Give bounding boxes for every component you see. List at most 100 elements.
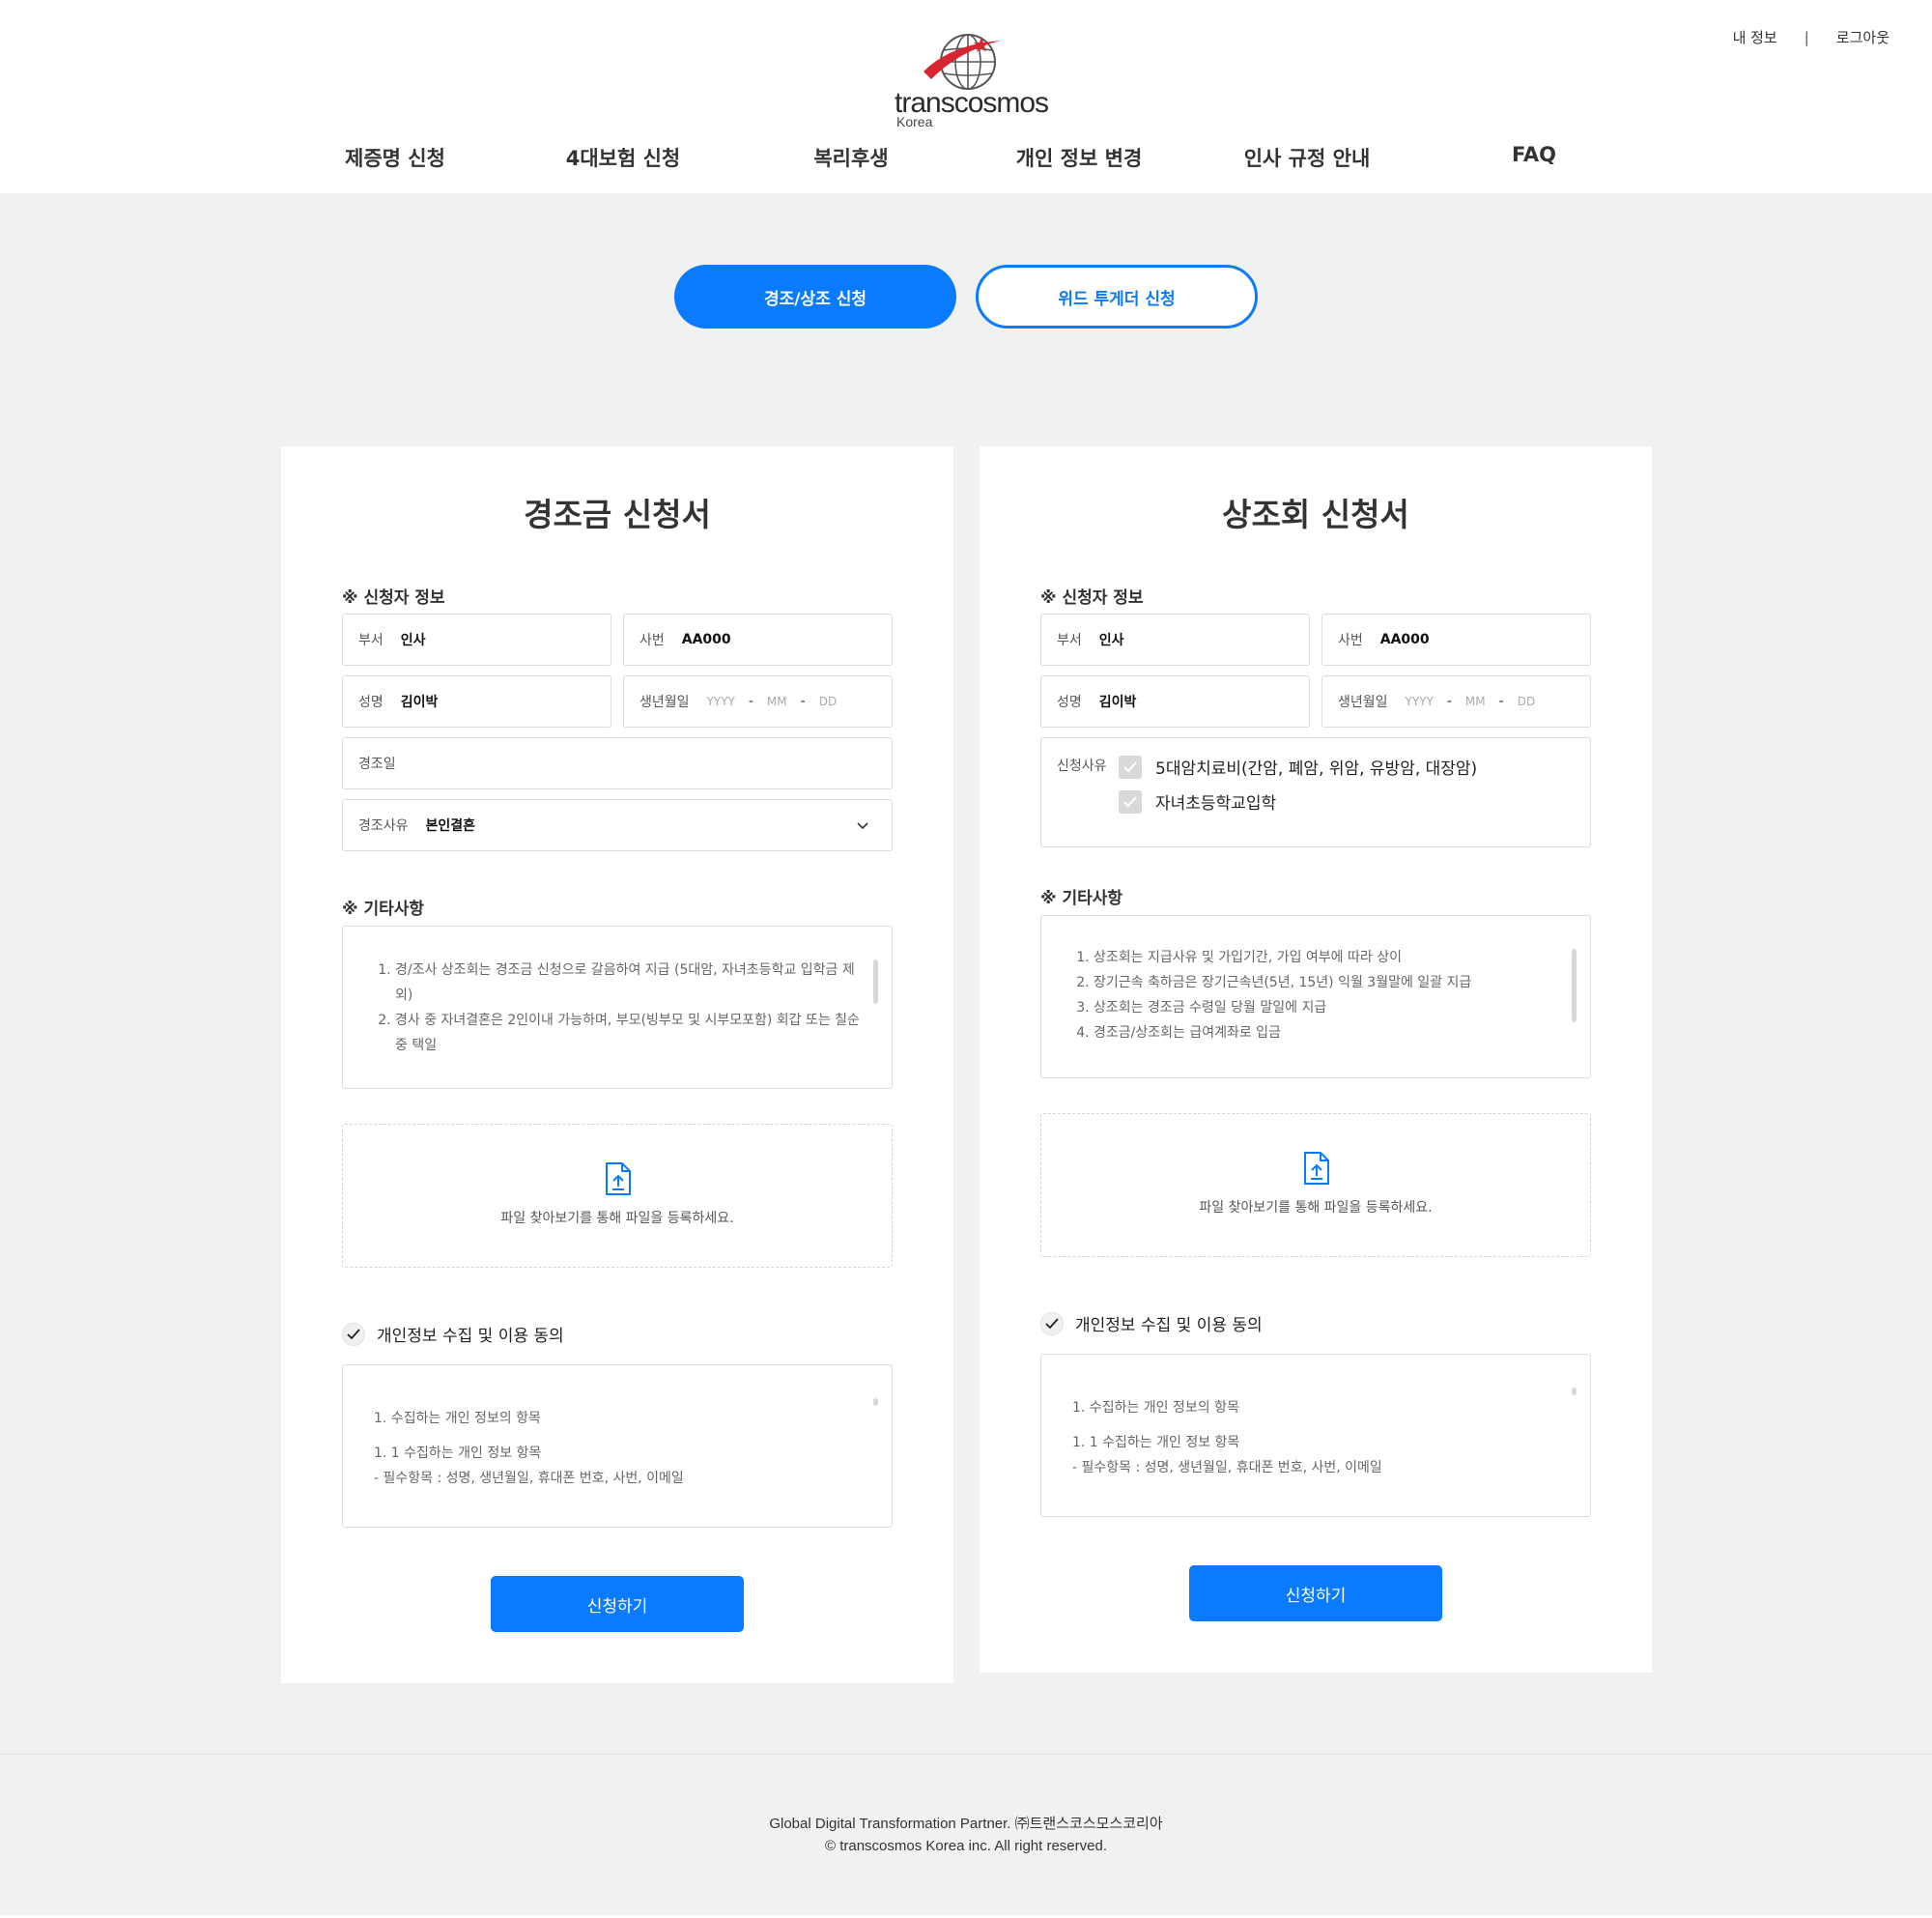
birth-day-input[interactable]: DD bbox=[1518, 695, 1535, 708]
utility-separator: | bbox=[1804, 28, 1809, 46]
upload-instruction: 파일 찾아보기를 통해 파일을 등록하세요. bbox=[1199, 1200, 1433, 1216]
notes-scrollbar[interactable] bbox=[873, 959, 878, 1004]
reason-option-cancer[interactable]: 5대암치료비(간암, 폐암, 위암, 유방암, 대장암) bbox=[1119, 755, 1477, 779]
birthdate-label: 생년월일 bbox=[639, 695, 690, 710]
notes-box[interactable]: 경/조사 상조회는 경조금 신청으로 갈음하여 지급 (5대암, 자녀초등학교 … bbox=[342, 926, 893, 1089]
mutual-aid-form-card: 상조회 신청서 ※ 신청자 정보 부서 인사 사번 AA000 성명 김이박 생… bbox=[980, 446, 1652, 1673]
department-field[interactable]: 부서 인사 bbox=[342, 614, 611, 666]
form-title: 경조금 신청서 bbox=[524, 496, 711, 533]
upload-instruction: 파일 찾아보기를 통해 파일을 등록하세요. bbox=[500, 1211, 734, 1226]
notes-list: 경/조사 상조회는 경조금 신청으로 갈음하여 지급 (5대암, 자녀초등학교 … bbox=[378, 958, 866, 1058]
date-separator: - bbox=[800, 694, 806, 709]
notes-scrollbar[interactable] bbox=[1572, 949, 1577, 1022]
privacy-consent[interactable]: 개인정보 수집 및 이용 동의 bbox=[342, 1322, 564, 1346]
nav-item-welfare[interactable]: 복리후생 bbox=[745, 143, 957, 172]
employee-id-field[interactable]: 사번 AA000 bbox=[1321, 614, 1591, 666]
notes-list: 상조회는 지급사유 및 가입기간, 가입 여부에 따라 상이 장기근속 축하금은… bbox=[1076, 945, 1564, 1045]
check-icon bbox=[1123, 795, 1137, 807]
employee-id-field[interactable]: 사번 AA000 bbox=[623, 614, 893, 666]
date-separator: - bbox=[748, 694, 753, 709]
application-reason-group: 신청사유 5대암치료비(간암, 폐암, 위암, 유방암, 대장암) 자녀초등학교… bbox=[1040, 737, 1591, 847]
employee-id-value: AA000 bbox=[1379, 632, 1430, 647]
birthdate-field[interactable]: 생년월일 YYYY - MM - DD bbox=[1321, 675, 1591, 728]
consent-checkbox[interactable] bbox=[1040, 1311, 1064, 1335]
consent-label: 개인정보 수집 및 이용 동의 bbox=[1075, 1316, 1263, 1335]
employee-id-label: 사번 bbox=[1338, 633, 1363, 648]
date-separator: - bbox=[1498, 694, 1504, 709]
employee-id-value: AA000 bbox=[681, 632, 731, 647]
name-field[interactable]: 성명 김이박 bbox=[1040, 675, 1310, 728]
file-upload-area[interactable]: 파일 찾아보기를 통해 파일을 등록하세요. bbox=[342, 1124, 893, 1268]
privacy-line: 1. 수집하는 개인 정보의 항목 bbox=[1072, 1400, 1239, 1416]
nav-item-personal-info[interactable]: 개인 정보 변경 bbox=[973, 143, 1185, 172]
notes-item: 경/조사 상조회는 경조금 신청으로 갈음하여 지급 (5대암, 자녀초등학교 … bbox=[395, 958, 866, 1008]
event-reason-select[interactable]: 경조사유 본인결혼 bbox=[342, 799, 893, 851]
department-label: 부서 bbox=[358, 633, 384, 648]
applicant-section-label: ※ 신청자 정보 bbox=[342, 588, 445, 608]
notes-item: 상조회는 지급사유 및 가입기간, 가입 여부에 따라 상이 bbox=[1094, 945, 1564, 970]
reason-checkbox[interactable] bbox=[1119, 755, 1142, 779]
privacy-consent[interactable]: 개인정보 수집 및 이용 동의 bbox=[1040, 1311, 1263, 1335]
department-field[interactable]: 부서 인사 bbox=[1040, 614, 1310, 666]
application-reason-label: 신청사유 bbox=[1057, 759, 1107, 774]
department-value: 인사 bbox=[1098, 633, 1124, 648]
birth-month-input[interactable]: MM bbox=[1465, 695, 1486, 708]
notes-box[interactable]: 상조회는 지급사유 및 가입기간, 가입 여부에 따라 상이 장기근속 축하금은… bbox=[1040, 915, 1591, 1078]
submit-button[interactable]: 신청하기 bbox=[1189, 1565, 1442, 1621]
tab-with-together[interactable]: 위드 투게더 신청 bbox=[976, 265, 1258, 329]
employee-id-label: 사번 bbox=[639, 633, 665, 648]
privacy-terms-box[interactable]: 1. 수집하는 개인 정보의 항목 1. 1 수집하는 개인 정보 항목 - 필… bbox=[1040, 1354, 1591, 1517]
applicant-section-label: ※ 신청자 정보 bbox=[1040, 588, 1144, 608]
check-icon bbox=[1045, 1317, 1059, 1329]
consent-checkbox[interactable] bbox=[342, 1322, 365, 1346]
nav-item-hr-rules[interactable]: 인사 규정 안내 bbox=[1201, 143, 1413, 172]
submit-button[interactable]: 신청하기 bbox=[491, 1576, 744, 1632]
file-upload-icon bbox=[606, 1162, 631, 1195]
privacy-line: 1. 1 수집하는 개인 정보 항목 bbox=[1072, 1435, 1240, 1450]
department-label: 부서 bbox=[1057, 633, 1082, 648]
notes-section-label: ※ 기타사항 bbox=[1040, 889, 1123, 908]
nav-item-faq[interactable]: FAQ bbox=[1428, 143, 1640, 166]
privacy-terms-box[interactable]: 1. 수집하는 개인 정보의 항목 1. 1 수집하는 개인 정보 항목 - 필… bbox=[342, 1364, 893, 1528]
birth-day-input[interactable]: DD bbox=[819, 695, 837, 708]
reason-option-label: 자녀초등학교입학 bbox=[1155, 794, 1277, 814]
transcosmos-logo[interactable]: transcosmos Korea bbox=[893, 29, 1049, 129]
birth-year-input[interactable]: YYYY bbox=[1406, 695, 1434, 708]
utility-menu: 내 정보 | 로그아웃 bbox=[1733, 27, 1889, 47]
tab-condolence-mutual-aid[interactable]: 경조/상조 신청 bbox=[674, 265, 956, 329]
birthdate-label: 생년월일 bbox=[1338, 695, 1388, 710]
check-icon bbox=[1123, 760, 1137, 772]
privacy-line: - 필수항목 : 성명, 생년월일, 휴대폰 번호, 사번, 이메일 bbox=[1072, 1460, 1382, 1475]
site-footer: Global Digital Transformation Partner. ㈜… bbox=[0, 1813, 1932, 1857]
nav-item-insurance[interactable]: 4대보험 신청 bbox=[517, 143, 729, 172]
footer-divider bbox=[0, 1754, 1932, 1755]
reason-checkbox[interactable] bbox=[1119, 789, 1142, 814]
notes-item: 장기근속 축하금은 장기근속년(5년, 15년) 익월 3월말에 일괄 지급 bbox=[1094, 970, 1564, 995]
congratulatory-form-card: 경조금 신청서 ※ 신청자 정보 부서 인사 사번 AA000 성명 김이박 생… bbox=[281, 446, 953, 1683]
form-title: 상조회 신청서 bbox=[1222, 496, 1409, 533]
site-header: 내 정보 | 로그아웃 transcosmos Korea 제증명 신청 4대보… bbox=[0, 0, 1932, 193]
birth-month-input[interactable]: MM bbox=[767, 695, 787, 708]
department-value: 인사 bbox=[400, 633, 426, 648]
file-upload-area[interactable]: 파일 찾아보기를 통해 파일을 등록하세요. bbox=[1040, 1113, 1591, 1257]
file-upload-icon bbox=[1304, 1152, 1329, 1185]
nav-item-certificates[interactable]: 제증명 신청 bbox=[289, 143, 501, 172]
name-field[interactable]: 성명 김이박 bbox=[342, 675, 611, 728]
check-icon bbox=[347, 1328, 360, 1339]
main-navigation: 제증명 신청 4대보험 신청 복리후생 개인 정보 변경 인사 규정 안내 FA… bbox=[0, 143, 1932, 182]
notes-item: 상조회는 경조금 수령일 당월 말일에 지급 bbox=[1094, 995, 1564, 1020]
my-info-link[interactable]: 내 정보 bbox=[1733, 27, 1777, 47]
birth-year-input[interactable]: YYYY bbox=[707, 695, 735, 708]
privacy-scrollbar[interactable] bbox=[1572, 1388, 1577, 1395]
footer-tagline: Global Digital Transformation Partner. ㈜… bbox=[769, 1816, 1163, 1832]
reason-option-school-entry[interactable]: 자녀초등학교입학 bbox=[1119, 789, 1276, 814]
privacy-scrollbar[interactable] bbox=[873, 1398, 878, 1406]
logout-link[interactable]: 로그아웃 bbox=[1836, 27, 1889, 47]
footer-copyright: © transcosmos Korea inc. All right reser… bbox=[824, 1838, 1107, 1854]
notes-section-label: ※ 기타사항 bbox=[342, 900, 425, 919]
name-label: 성명 bbox=[358, 695, 384, 710]
birthdate-field[interactable]: 생년월일 YYYY - MM - DD bbox=[623, 675, 893, 728]
event-date-field[interactable]: 경조일 bbox=[342, 737, 893, 789]
reason-option-label: 5대암치료비(간암, 폐암, 위암, 유방암, 대장암) bbox=[1155, 759, 1478, 779]
name-label: 성명 bbox=[1057, 695, 1082, 710]
